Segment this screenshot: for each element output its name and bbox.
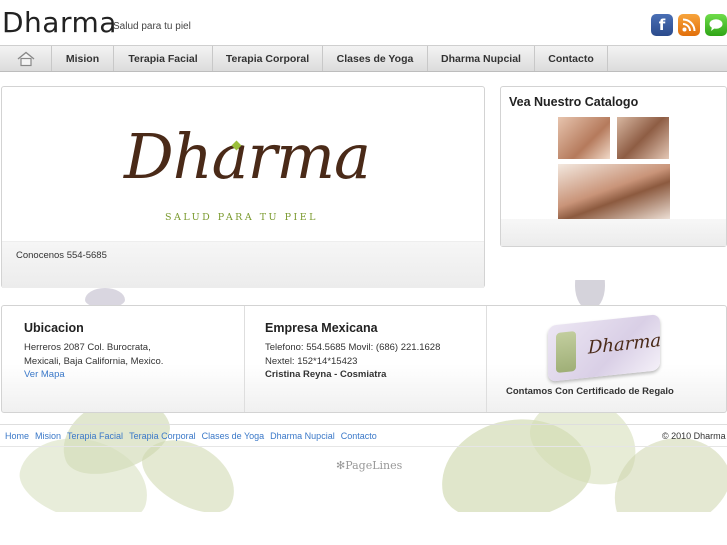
catalog-photo-face-treatment[interactable] xyxy=(617,117,669,159)
footer-link-contacto[interactable]: Contacto xyxy=(341,431,377,441)
catalog-panel: Vea Nuestro Catalogo xyxy=(500,86,727,247)
facebook-icon[interactable]: f xyxy=(651,14,673,36)
certificado-caption: Contamos Con Certificado de Regalo xyxy=(506,386,674,397)
info-divider-1 xyxy=(244,306,245,412)
pagelines-credit[interactable]: ✻PageLines xyxy=(336,459,402,472)
footer-link-terapia-corporal[interactable]: Terapia Corporal xyxy=(129,431,196,441)
catalog-photo-facial-massage[interactable] xyxy=(558,117,610,159)
rss-glyph xyxy=(682,18,696,32)
footer-link-home[interactable]: Home xyxy=(5,431,29,441)
info-divider-2 xyxy=(486,306,487,412)
nav-clases-yoga[interactable]: Clases de Yoga xyxy=(323,46,428,71)
ubicacion-title: Ubicacion xyxy=(24,321,84,335)
copyright: © 2010 Dharma xyxy=(662,431,726,441)
site-title[interactable]: Dharma xyxy=(2,6,117,39)
footer-link-terapia-facial[interactable]: Terapia Facial xyxy=(67,431,123,441)
main-nav: Mision Terapia Facial Terapia Corporal C… xyxy=(0,45,727,72)
nav-contacto[interactable]: Contacto xyxy=(535,46,608,71)
footer-link-mision[interactable]: Mision xyxy=(35,431,61,441)
footer-bottom-rule xyxy=(0,446,727,447)
hero-caption: Conocenos 554-5685 xyxy=(16,250,107,261)
nav-terapia-facial[interactable]: Terapia Facial xyxy=(114,46,213,71)
catalog-title[interactable]: Vea Nuestro Catalogo xyxy=(509,95,638,109)
pagelines-icon: ✻ xyxy=(336,459,346,472)
logo-word: Dharma xyxy=(124,120,371,193)
nav-mision[interactable]: Mision xyxy=(52,46,114,71)
empresa-contact: Telefono: 554.5685 Movil: (686) 221.1628… xyxy=(265,341,485,382)
ver-mapa-link[interactable]: Ver Mapa xyxy=(24,368,239,382)
hero-caption-bar xyxy=(2,241,484,288)
footer-top-rule xyxy=(0,424,727,425)
chat-icon[interactable] xyxy=(705,14,727,36)
gift-certificate-image[interactable]: Dharma xyxy=(548,314,662,382)
catalog-photo-back-massage[interactable] xyxy=(558,164,670,220)
ubicacion-line2: Mexicali, Baja California, Mexico. xyxy=(24,355,164,367)
empresa-cosmiatra: Cristina Reyna - Cosmiatra xyxy=(265,369,387,380)
rss-icon[interactable] xyxy=(678,14,700,36)
footer-links: Home Mision Terapia Facial Terapia Corpo… xyxy=(5,431,377,441)
ubicacion-address: Herreros 2087 Col. Burocrata, Mexicali, … xyxy=(24,341,239,382)
footer-link-clases-yoga[interactable]: Clases de Yoga xyxy=(202,431,265,441)
empresa-telefono: Telefono: 554.5685 Movil: (686) 221.1628 xyxy=(265,342,441,353)
ubicacion-line1: Herreros 2087 Col. Burocrata, xyxy=(24,342,151,353)
nav-dharma-nupcial[interactable]: Dharma Nupcial xyxy=(428,46,535,71)
gift-box-label: Dharma xyxy=(588,329,662,359)
chat-bubble-glyph xyxy=(709,19,723,31)
logo-subtitle: SALUD PARA TU PIEL xyxy=(165,212,318,223)
catalog-footer-bar xyxy=(501,219,726,246)
empresa-nextel: Nextel: 152*14*15423 xyxy=(265,355,358,367)
empresa-title: Empresa Mexicana xyxy=(265,321,378,335)
site-tagline: Salud para tu piel xyxy=(113,21,191,32)
home-icon xyxy=(17,51,34,66)
dharma-logo: Dharma SALUD PARA TU PIEL xyxy=(120,120,371,230)
pagelines-label: PageLines xyxy=(345,459,403,472)
info-band: Ubicacion Herreros 2087 Col. Burocrata, … xyxy=(1,305,727,413)
nav-terapia-corporal[interactable]: Terapia Corporal xyxy=(213,46,323,71)
gift-flower-decor xyxy=(556,330,576,374)
nav-home-button[interactable] xyxy=(0,46,52,71)
footer-link-dharma-nupcial[interactable]: Dharma Nupcial xyxy=(270,431,335,441)
